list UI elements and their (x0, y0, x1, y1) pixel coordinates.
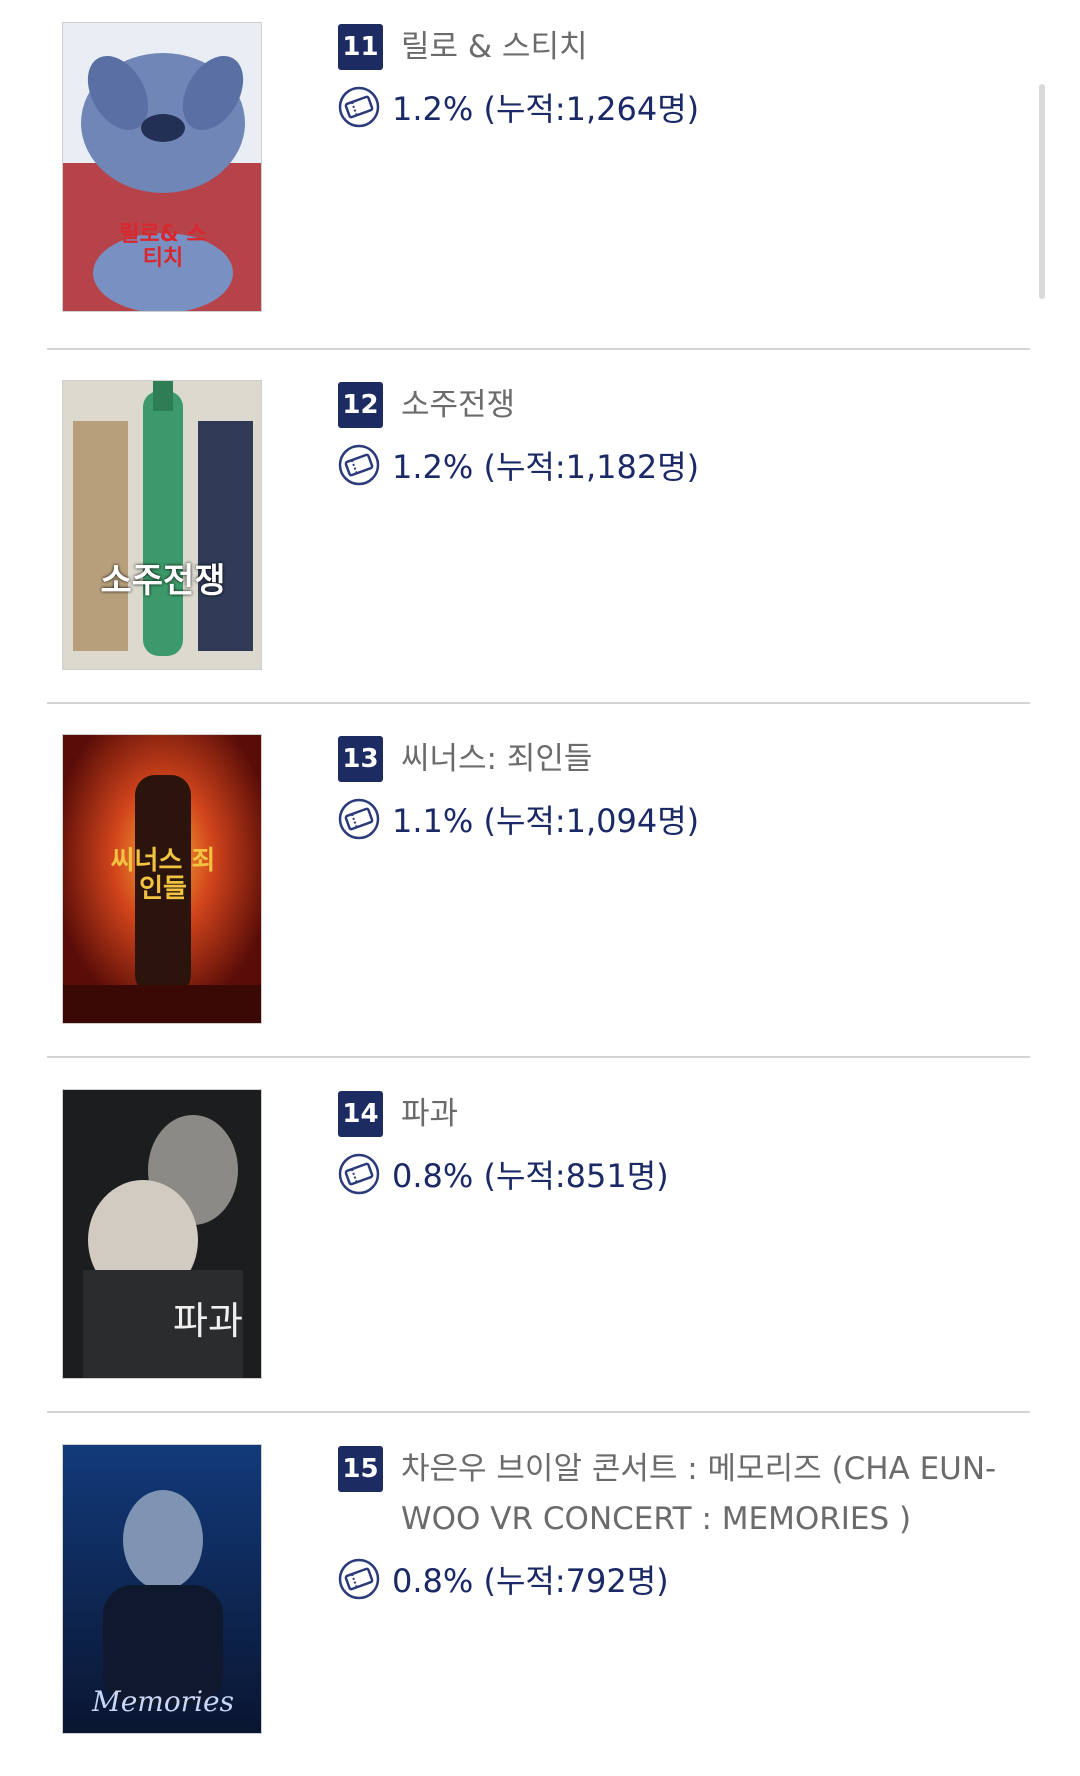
rank-badge: 13 (338, 736, 383, 782)
ticket-icon (338, 1153, 380, 1195)
audience-share: 0.8% (누적:851명) (392, 1157, 669, 1195)
poster-title-text: 소주전쟁 (100, 561, 226, 601)
rank-badge: 15 (338, 1446, 383, 1492)
movie-title[interactable]: 차은우 브이알 콘서트 : 메모리즈 (CHA EUN-WOO VR CONCE… (401, 1444, 1040, 1544)
movie-poster[interactable]: 파과 (62, 1089, 262, 1379)
movie-poster[interactable]: 릴로& 스티치 (62, 22, 262, 312)
audience-share: 1.1% (누적:1,094명) (392, 802, 700, 840)
poster-title-text: 씨너스 죄인들 (110, 846, 216, 904)
ticket-icon (338, 1558, 380, 1600)
movie-title[interactable]: 소주전쟁 (401, 380, 515, 430)
list-item[interactable]: 소주전쟁 12 소주전쟁 1.2% (누적:1,182명) (0, 350, 1080, 704)
list-item[interactable]: 씨너스 죄인들 13 씨너스: 죄인들 1.1% (누적:1,094명) (0, 704, 1080, 1058)
box-office-list: 릴로& 스티치 11 릴로 & 스티치 1.2% (누적:1,264명) 소주전… (0, 0, 1080, 1776)
movie-title[interactable]: 씨너스: 죄인들 (401, 734, 592, 784)
poster-title-text: 릴로& 스티치 (119, 222, 207, 271)
movie-poster[interactable]: 소주전쟁 (62, 380, 262, 670)
ticket-icon (338, 86, 380, 128)
rank-badge: 11 (338, 24, 383, 70)
audience-share: 0.8% (누적:792명) (392, 1562, 669, 1600)
movie-title[interactable]: 릴로 & 스티치 (401, 22, 587, 72)
poster-title-text: Memories (92, 1685, 234, 1718)
movie-poster[interactable]: 씨너스 죄인들 (62, 734, 262, 1024)
list-item[interactable]: 파과 14 파과 0.8% (누적:851명) (0, 1058, 1080, 1413)
audience-share: 1.2% (누적:1,264명) (392, 90, 700, 128)
rank-badge: 14 (338, 1091, 383, 1137)
poster-title-text: 파과 (173, 1299, 243, 1343)
list-item[interactable]: 릴로& 스티치 11 릴로 & 스티치 1.2% (누적:1,264명) (0, 0, 1080, 350)
rank-badge: 12 (338, 382, 383, 428)
ticket-icon (338, 798, 380, 840)
movie-title[interactable]: 파과 (401, 1089, 458, 1139)
audience-share: 1.2% (누적:1,182명) (392, 448, 700, 486)
ticket-icon (338, 444, 380, 486)
movie-poster[interactable]: Memories (62, 1444, 262, 1734)
list-item[interactable]: Memories 15 차은우 브이알 콘서트 : 메모리즈 (CHA EUN-… (0, 1413, 1080, 1776)
